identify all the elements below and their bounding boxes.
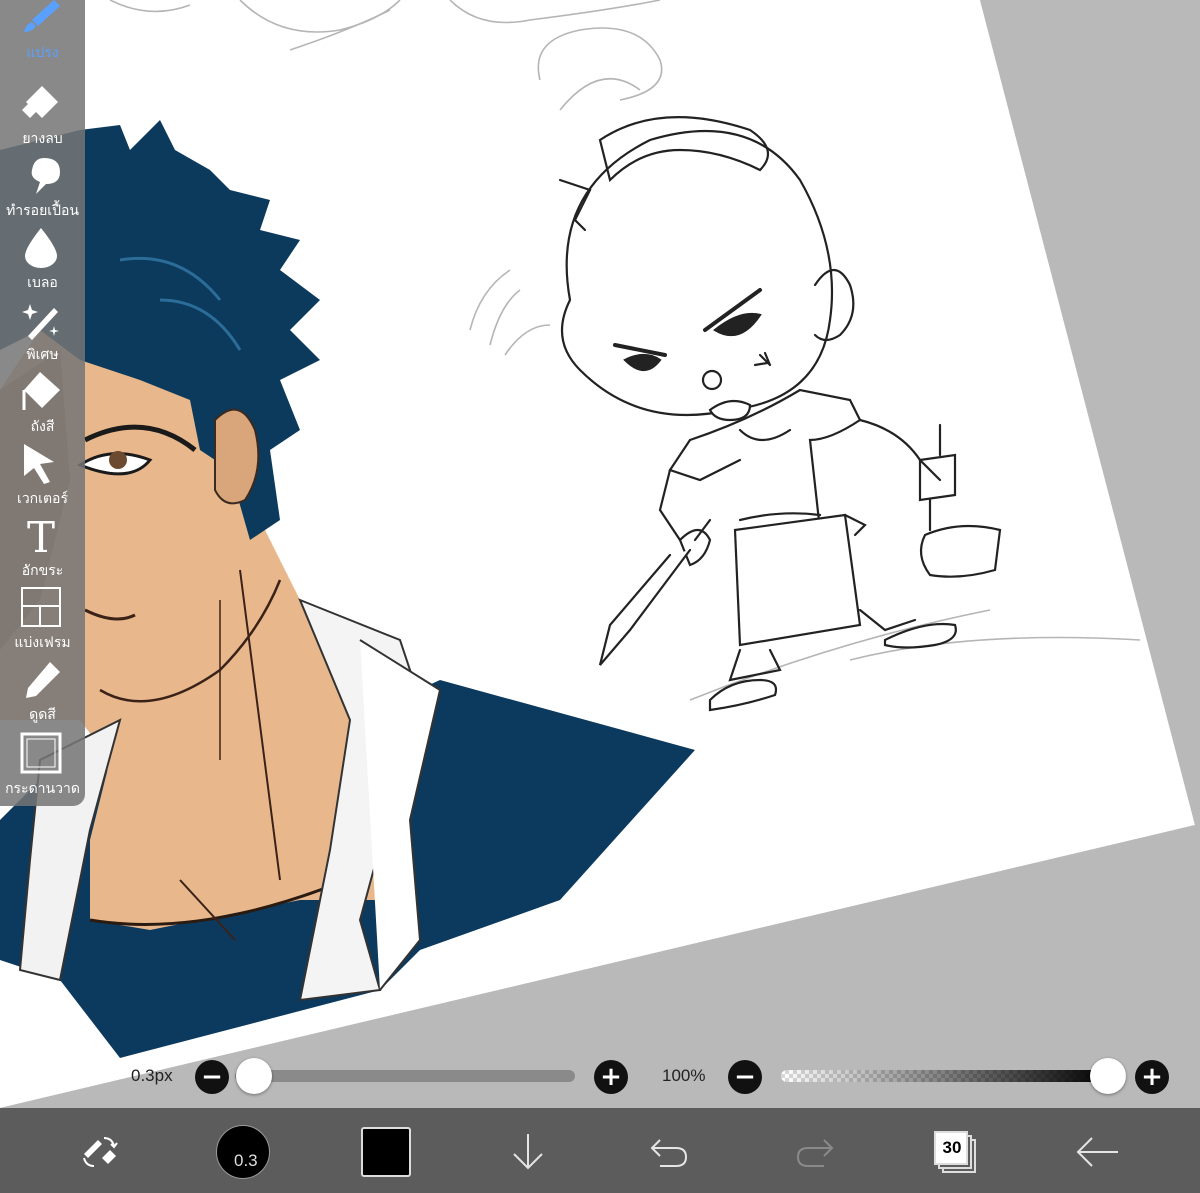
opacity-label: 100% [662, 1066, 706, 1085]
brush-size-decrease-button[interactable]: − [195, 1060, 229, 1094]
tool-blur[interactable]: เบลอ [0, 222, 85, 294]
back-button[interactable] [1076, 1108, 1120, 1193]
tool-canvas[interactable]: กระดานวาด [0, 728, 85, 800]
tool-blur-label: เบลอ [27, 275, 58, 291]
tool-palette: แปรงยางลบทำรอยเปื้อนเบลอพิเศษถังสีเวกเตอ… [0, 0, 85, 806]
tool-eraser[interactable]: ยางลบ [0, 78, 85, 150]
tool-vector[interactable]: เวกเตอร์ [0, 438, 85, 510]
brush-size-slider[interactable] [235, 1070, 575, 1082]
artwork [0, 0, 1200, 1108]
brush-size-label: 0.3px [131, 1066, 173, 1085]
redo-button[interactable] [792, 1108, 836, 1193]
svg-text:T: T [27, 514, 55, 556]
tool-brush-label: แปรง [26, 45, 59, 61]
opacity-slider-thumb[interactable] [1090, 1058, 1126, 1094]
frame-divider-icon [21, 587, 61, 627]
undo-icon [650, 1139, 688, 1167]
tool-fill-label: ถังสี [30, 419, 55, 435]
vector-arrow-icon [24, 444, 54, 484]
brush-size-badge: 0.3 [234, 1151, 258, 1170]
text-T-icon: T [27, 514, 55, 556]
tool-smudge[interactable]: ทำรอยเปื้อน [0, 150, 85, 222]
bottom-toolbar: 0.3 30 [0, 1108, 1200, 1193]
layer-count: 30 [942, 1138, 962, 1157]
tool-switch-button[interactable] [70, 1108, 130, 1193]
blur-drop-icon [25, 228, 57, 268]
tool-canvas-label: กระดานวาด [5, 781, 80, 797]
brush-icon [24, 0, 60, 32]
layers-button[interactable]: 30 [933, 1108, 979, 1193]
brush-size-preview-button[interactable]: 0.3 [212, 1108, 274, 1193]
tool-special[interactable]: พิเศษ [0, 294, 85, 366]
tool-text[interactable]: T อักขระ [0, 510, 85, 582]
tool-eyedropper[interactable]: ดูดสี [0, 654, 85, 726]
import-button[interactable] [505, 1108, 551, 1193]
opacity-decrease-button[interactable]: − [728, 1060, 762, 1094]
smudge-icon [31, 158, 60, 194]
eyedropper-icon [26, 662, 60, 698]
tool-fill[interactable]: ถังสี [0, 366, 85, 438]
tool-special-label: พิเศษ [26, 347, 59, 363]
brush-size-slider-thumb[interactable] [236, 1058, 272, 1094]
opacity-slider[interactable] [781, 1070, 1126, 1082]
redo-icon [796, 1139, 834, 1167]
color-swatch-icon [361, 1127, 411, 1177]
canvas-square-icon [20, 732, 62, 774]
fill-bucket-icon [22, 372, 60, 410]
tool-smudge-label: ทำรอยเปื้อน [6, 203, 79, 219]
tool-switch-icon [83, 1137, 118, 1167]
drawing-canvas[interactable] [0, 0, 1200, 1108]
tool-eyedropper-label: ดูดสี [29, 707, 56, 723]
tool-text-label: อักขระ [21, 563, 64, 579]
tool-eraser-label: ยางลบ [22, 131, 63, 147]
tool-frame[interactable]: แบ่งเฟรม [0, 582, 85, 654]
undo-button[interactable] [648, 1108, 692, 1193]
brush-size-increase-button[interactable]: + [594, 1060, 628, 1094]
down-arrow-icon [513, 1134, 543, 1170]
tool-brush[interactable]: แปรง [0, 0, 85, 64]
back-arrow-icon [1076, 1137, 1118, 1167]
magic-wand-icon [22, 304, 59, 340]
opacity-increase-button[interactable]: + [1135, 1060, 1169, 1094]
eraser-icon [22, 86, 58, 118]
color-swatch-button[interactable] [360, 1108, 411, 1193]
tool-frame-label: แบ่งเฟรม [14, 635, 71, 651]
tool-vector-label: เวกเตอร์ [17, 491, 68, 507]
